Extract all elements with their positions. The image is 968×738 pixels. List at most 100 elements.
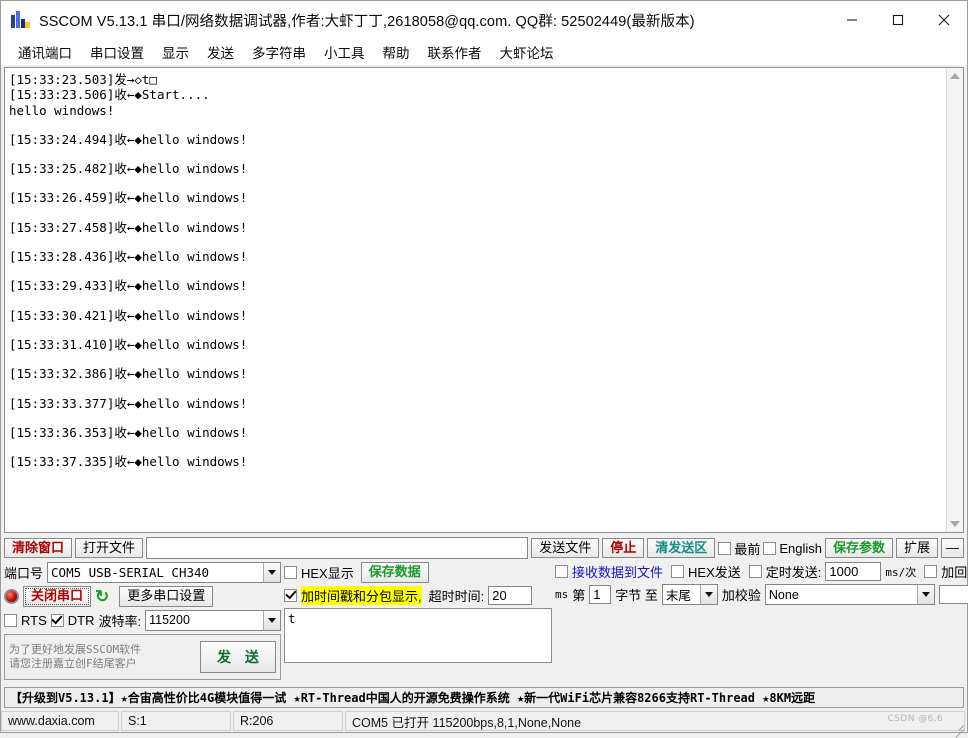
settings-panel: 端口号 COM5 USB-SERIAL CH340 关闭串口 ↻ 更多串口设置 …	[1, 560, 968, 680]
port-settings-column: 端口号 COM5 USB-SERIAL CH340 关闭串口 ↻ 更多串口设置 …	[4, 562, 281, 680]
port-row: 端口号 COM5 USB-SERIAL CH340	[4, 562, 281, 583]
clear-window-button[interactable]: 清除窗口	[4, 537, 73, 559]
port-label: 端口号	[4, 566, 44, 581]
terminal-line: [15:33:26.459]收←◆hello windows!	[9, 190, 248, 206]
baud-label: 波特率:	[98, 613, 142, 629]
english-checkbox[interactable]	[763, 541, 777, 555]
terminal-line: [15:33:29.433]收←◆hello windows!	[9, 278, 248, 294]
window-controls	[829, 1, 967, 39]
hex-display-checkbox[interactable]	[284, 565, 297, 579]
close-button[interactable]	[921, 1, 967, 39]
close-port-button[interactable]: 关闭串口	[23, 586, 92, 607]
timeout-input[interactable]	[488, 585, 533, 605]
timestamp-checkbox[interactable]	[284, 588, 297, 602]
advertisement-bar[interactable]: 【升级到V5.13.1】★合宙高性价比4G模块值得一试 ★RT-Thread中国…	[4, 687, 964, 708]
collapse-button[interactable]: —	[941, 537, 964, 559]
byte-mid-label: 字节 至	[615, 588, 658, 603]
status-bar: www.daxia.com S:1 R:206 COM5 已打开 115200b…	[1, 710, 967, 738]
sscom-window: SSCOM V5.13.1 串口/网络数据调试器,作者:大虾丁丁,2618058…	[0, 0, 968, 738]
recv-to-file-checkbox[interactable]	[555, 565, 568, 578]
advertisement-text: 【升级到V5.13.1】★合宙高性价比4G模块值得一试 ★RT-Thread中国…	[10, 691, 816, 705]
timeout-text-label: 超时时间:	[428, 588, 485, 604]
timestamp-label: 加时间戳和分包显示,	[301, 585, 422, 605]
checksum-value: None	[768, 587, 799, 602]
hex-display-label: HEX显示	[301, 565, 354, 581]
flow-control-row: RTS DTR 波特率: 115200	[4, 609, 281, 631]
scroll-up-icon[interactable]	[950, 73, 960, 79]
stop-button[interactable]: 停止	[602, 537, 645, 559]
terminal-line: [15:33:23.506]收←◆Start....	[9, 87, 210, 103]
port-select[interactable]: COM5 USB-SERIAL CH340	[47, 562, 281, 583]
hex-send-checkbox[interactable]	[671, 565, 685, 578]
menu-item-port-config[interactable]: 串口设置	[81, 40, 153, 64]
baud-select[interactable]: 115200	[145, 609, 281, 631]
rts-label: RTS	[21, 612, 47, 628]
status-received-count: R:206	[233, 711, 343, 731]
checksum-extra-input[interactable]	[938, 585, 968, 604]
hex-display-row: HEX显示 保存数据	[284, 562, 552, 583]
chevron-down-icon[interactable]	[263, 563, 280, 582]
menu-item-multistring[interactable]: 多字符串	[243, 40, 315, 64]
menu-item-display[interactable]: 显示	[153, 40, 198, 64]
csdn-watermark: CSDN @6,6	[887, 714, 943, 724]
more-port-settings-button[interactable]: 更多串口设置	[119, 586, 214, 607]
status-sent-count: S:1	[121, 711, 231, 731]
promo-line-1: 为了更好地发展SSCOM软件	[9, 642, 142, 656]
recv-to-file-label: 接收数据到文件	[572, 565, 664, 580]
terminal-scrollbar[interactable]	[946, 68, 963, 532]
promo-panel: 为了更好地发展SSCOM软件 请您注册嘉立创F结尾客户 发 送	[4, 633, 281, 680]
rts-checkbox[interactable]	[4, 613, 17, 627]
chevron-down-icon[interactable]	[916, 585, 934, 604]
checksum-select[interactable]: None	[764, 584, 935, 605]
dtr-label: DTR	[67, 612, 95, 628]
receive-area: [15:33:23.503]发→◇t□ [15:33:23.506]收←◆Star…	[4, 67, 964, 533]
maximize-button[interactable]	[875, 1, 921, 39]
menu-item-send[interactable]: 发送	[198, 40, 243, 64]
terminal-line: [15:33:33.377]收←◆hello windows!	[9, 395, 248, 411]
byte-end-value: 末尾	[665, 589, 691, 603]
save-data-button[interactable]: 保存数据	[360, 562, 429, 583]
terminal-line: [15:33:31.410]收←◆hello windows!	[9, 336, 248, 352]
topmost-label: 最前	[734, 541, 761, 557]
resize-grip[interactable]	[950, 716, 964, 738]
chevron-down-icon[interactable]	[699, 585, 717, 604]
topmost-checkbox[interactable]	[718, 541, 732, 555]
timed-interval-input[interactable]	[825, 562, 882, 581]
save-params-button[interactable]: 保存参数	[824, 537, 893, 559]
open-file-button[interactable]: 打开文件	[75, 537, 144, 559]
menu-item-tools[interactable]: 小工具	[315, 40, 374, 64]
send-text-input[interactable]: t	[284, 607, 552, 663]
baud-value: 115200	[149, 613, 190, 628]
receive-options-column: HEX显示 保存数据 加时间戳和分包显示, 超时时间: t	[284, 562, 552, 680]
byte-index-input[interactable]	[589, 585, 612, 604]
interval-unit-label: ms/次	[885, 565, 917, 579]
promo-line-2: 请您注册嘉立创F结尾客户	[9, 656, 137, 670]
terminal-line: [15:33:37.335]收←◆hello windows!	[9, 454, 248, 470]
chevron-down-icon[interactable]	[263, 610, 280, 630]
menu-bar: 通讯端口 串口设置 显示 发送 多字符串 小工具 帮助 联系作者 大虾论坛	[1, 39, 967, 65]
timed-send-label: 定时发送:	[765, 565, 822, 580]
menu-item-comm-port[interactable]: 通讯端口	[9, 40, 81, 64]
window-title: SSCOM V5.13.1 串口/网络数据调试器,作者:大虾丁丁,2618058…	[39, 13, 695, 30]
terminal-output[interactable]: [15:33:23.503]发→◇t□ [15:33:23.506]收←◆Star…	[5, 68, 946, 532]
send-file-button[interactable]: 发送文件	[531, 537, 600, 559]
menu-item-help[interactable]: 帮助	[374, 40, 419, 64]
menu-item-forum[interactable]: 大虾论坛	[491, 40, 563, 64]
english-label: English	[779, 540, 822, 556]
byte-end-select[interactable]: 末尾	[661, 584, 718, 605]
timed-send-checkbox[interactable]	[748, 565, 762, 578]
app-icon	[11, 10, 31, 30]
refresh-icon[interactable]: ↻	[95, 588, 109, 605]
send-button[interactable]: 发 送	[200, 640, 276, 673]
menu-item-contact[interactable]: 联系作者	[419, 40, 491, 64]
terminal-line: hello windows!	[9, 102, 115, 118]
extend-button[interactable]: 扩展	[895, 537, 938, 559]
scroll-down-icon[interactable]	[950, 521, 960, 527]
clear-send-area-button[interactable]: 清发送区	[647, 537, 716, 559]
dtr-checkbox[interactable]	[50, 613, 64, 627]
add-crlf-checkbox[interactable]	[924, 565, 938, 578]
file-path-input[interactable]	[146, 537, 529, 559]
minimize-button[interactable]	[829, 1, 875, 39]
byte-prefix-label: 第	[572, 588, 586, 603]
status-website[interactable]: www.daxia.com	[1, 711, 119, 731]
